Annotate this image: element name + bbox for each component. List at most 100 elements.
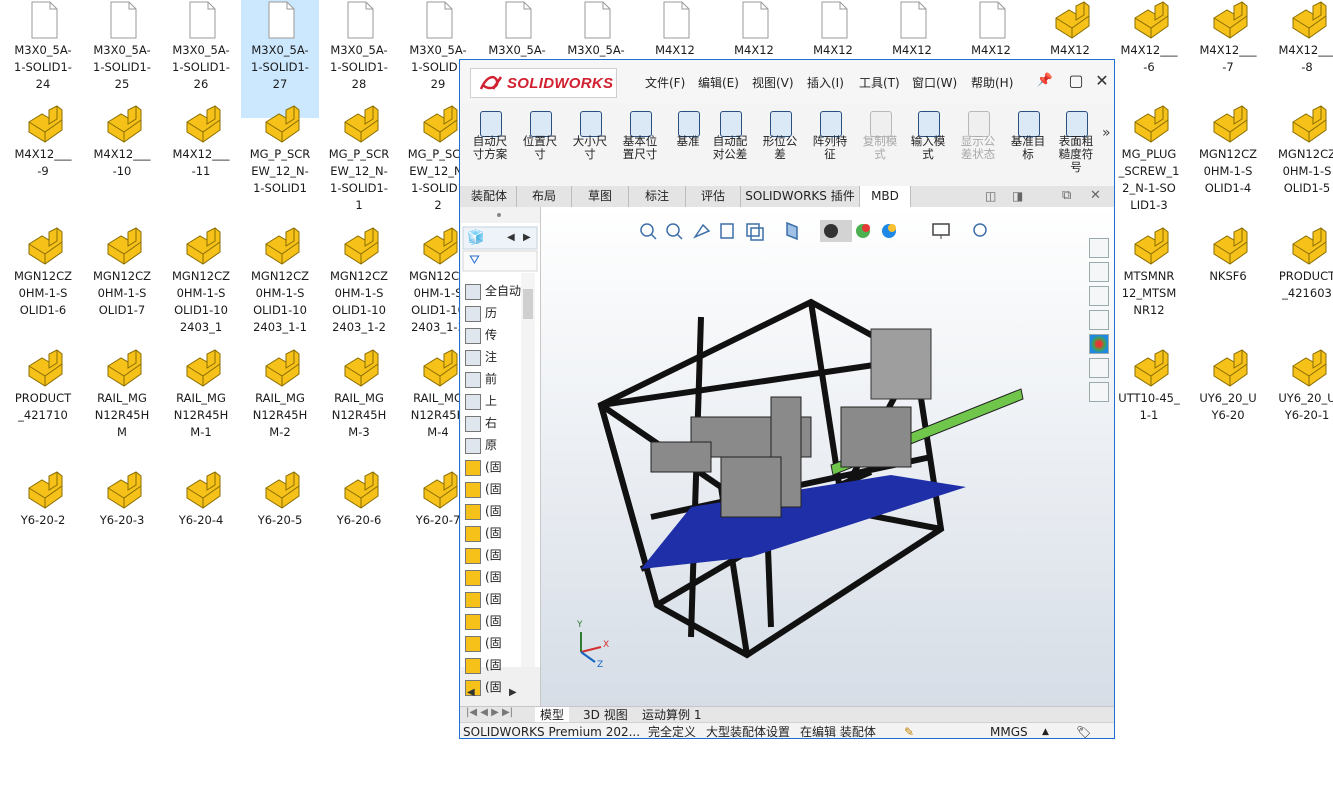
desktop-icon[interactable]: Y6-20-6: [320, 470, 398, 588]
tree-item[interactable]: (固: [465, 655, 502, 675]
assembly-model[interactable]: Y X Z: [541, 207, 1114, 707]
desktop-icon[interactable]: M3X0_5A- 1-SOLID1- 24: [4, 0, 82, 118]
tree-item[interactable]: 上: [465, 391, 497, 411]
tab-addins[interactable]: SOLIDWORKS 插件: [741, 186, 860, 207]
menu-view[interactable]: 视图(V): [752, 74, 794, 91]
more-tools-icon[interactable]: »: [1102, 125, 1111, 141]
viewport-close-icon[interactable]: ✕: [1090, 188, 1101, 203]
tree-item[interactable]: (固: [465, 611, 502, 631]
nav-arrows-icon[interactable]: |◀ ◀ ▶ ▶|: [466, 707, 513, 718]
menu-help[interactable]: 帮助(H): [971, 74, 1013, 91]
graphics-area[interactable]: Y X Z: [541, 207, 1114, 707]
menu-tools[interactable]: 工具(T): [859, 74, 900, 91]
desktop-icon[interactable]: UTT10-45_ 1-1: [1110, 348, 1188, 466]
tree-scroll-right-icon[interactable]: ▶: [523, 232, 531, 243]
filter-icon[interactable]: ⛛: [469, 253, 480, 268]
menu-window[interactable]: 窗口(W): [912, 74, 957, 91]
restore-button[interactable]: ▢: [1065, 70, 1087, 92]
desktop-icon[interactable]: MGN12CZ 0HM-1-S OLID1-5: [1268, 104, 1333, 222]
tree-hscroll-left-icon[interactable]: ◀: [467, 687, 475, 698]
tree-item[interactable]: (固: [465, 457, 502, 477]
tab-mbd[interactable]: MBD: [860, 186, 911, 207]
pin-icon[interactable]: 📌: [1034, 70, 1056, 92]
custom-properties-icon[interactable]: [1089, 358, 1109, 378]
tool-button[interactable]: 位置尺 寸: [516, 111, 564, 183]
tab-markup[interactable]: 标注: [629, 186, 686, 207]
rebuild-icon[interactable]: ✎: [904, 725, 914, 738]
tree-item[interactable]: (固: [465, 479, 502, 499]
tree-item[interactable]: 右: [465, 413, 497, 433]
tree-toggle-icon[interactable]: ◫: [985, 189, 996, 203]
desktop-icon[interactable]: M4X12___ -7: [1189, 0, 1267, 118]
desktop-icon[interactable]: M3X0_5A- 1-SOLID1- 27: [241, 0, 319, 118]
desktop-icon[interactable]: Y6-20-5: [241, 470, 319, 588]
tool-button[interactable]: 形位公 差: [756, 111, 804, 183]
desktop-icon[interactable]: M4X12___ -6: [1110, 0, 1188, 118]
appearances-icon[interactable]: [1089, 334, 1109, 354]
desktop-icon[interactable]: M4X12___ -10: [83, 104, 161, 222]
tab-model[interactable]: 模型: [535, 707, 570, 723]
desktop-icon[interactable]: NKSF6: [1189, 226, 1267, 344]
desktop-icon[interactable]: M3X0_5A- 1-SOLID1- 25: [83, 0, 161, 118]
tree-item[interactable]: (固: [465, 523, 502, 543]
assembly-icon[interactable]: 🧊: [467, 230, 484, 246]
tree-item[interactable]: (固: [465, 501, 502, 521]
units-arrow-icon[interactable]: ▲: [1042, 725, 1049, 738]
desktop-icon[interactable]: M4X12___ -9: [4, 104, 82, 222]
tab-assembly[interactable]: 装配体: [462, 186, 517, 207]
design-library-icon[interactable]: [1089, 262, 1109, 282]
tab-sketch[interactable]: 草图: [572, 186, 629, 207]
desktop-icon[interactable]: UY6_20_U Y6-20-1: [1268, 348, 1333, 466]
tree-item[interactable]: (固: [465, 567, 502, 587]
tab-evaluate[interactable]: 评估: [686, 186, 741, 207]
tool-button[interactable]: 显示公 差状态: [954, 111, 1002, 183]
forum-icon[interactable]: [1089, 382, 1109, 402]
tree-item[interactable]: 原: [465, 435, 497, 455]
desktop-icon[interactable]: MG_P_SCR EW_12_N- 1-SOLID1- 1: [320, 104, 398, 222]
tree-item[interactable]: 全自动: [465, 281, 521, 301]
tab-motion-study[interactable]: 运动算例 1: [637, 707, 706, 723]
menu-insert[interactable]: 插入(I): [807, 74, 844, 91]
tool-button[interactable]: 大小尺 寸: [566, 111, 614, 183]
tree-item[interactable]: 历: [465, 303, 497, 323]
tree-item[interactable]: (固: [465, 633, 502, 653]
viewport-restore-icon[interactable]: ⧉: [1062, 188, 1071, 203]
desktop-icon[interactable]: M4X12___ -11: [162, 104, 240, 222]
tab-layout[interactable]: 布局: [517, 186, 572, 207]
tool-button[interactable]: 基本位 置尺寸: [616, 111, 664, 183]
tree-item[interactable]: (固: [465, 545, 502, 565]
desktop-icon[interactable]: RAIL_MG N12R45H M: [83, 348, 161, 466]
desktop-icon[interactable]: MTSMNR 12_MTSM NR12: [1110, 226, 1188, 344]
tree-item[interactable]: 注: [465, 347, 497, 367]
tool-button[interactable]: 复制模 式: [856, 111, 904, 183]
status-units[interactable]: MMGS: [990, 725, 1028, 738]
desktop-icon[interactable]: PRODUCT _421710: [4, 348, 82, 466]
desktop-icon[interactable]: MGN12CZ 0HM-1-S OLID1-10 2403_1-2: [320, 226, 398, 344]
desktop-icon[interactable]: RAIL_MG N12R45H M-2: [241, 348, 319, 466]
desktop-icon[interactable]: RAIL_MG N12R45H M-1: [162, 348, 240, 466]
tree-item[interactable]: (固: [465, 589, 502, 609]
desktop-icon[interactable]: MG_PLUG _SCREW_1 2_N-1-SO LID1-3: [1110, 104, 1188, 222]
home-icon[interactable]: [1089, 238, 1109, 258]
tool-button[interactable]: 自动尺 寸方案: [466, 111, 514, 183]
solidworks-logo[interactable]: SOLIDWORKS: [470, 68, 617, 98]
desktop-icon[interactable]: Y6-20-2: [4, 470, 82, 588]
tool-button[interactable]: 输入模 式: [904, 111, 952, 183]
tool-button[interactable]: 阵列特 征: [806, 111, 854, 183]
desktop-icon[interactable]: Y6-20-4: [162, 470, 240, 588]
desktop-icon[interactable]: PRODUCT _421603: [1268, 226, 1333, 344]
desktop-icon[interactable]: RAIL_MG N12R45H M-3: [320, 348, 398, 466]
tree-item[interactable]: 前: [465, 369, 497, 389]
tag-icon[interactable]: 🏷: [1076, 725, 1091, 738]
view-palette-icon[interactable]: [1089, 310, 1109, 330]
desktop-icon[interactable]: M4X12___ -8: [1268, 0, 1333, 118]
menu-edit[interactable]: 编辑(E): [698, 74, 739, 91]
solidworks-window[interactable]: SOLIDWORKS 文件(F) 编辑(E) 视图(V) 插入(I) 工具(T)…: [459, 59, 1115, 739]
close-button[interactable]: ✕: [1091, 70, 1113, 92]
desktop-icon[interactable]: MG_P_SCR EW_12_N- 1-SOLID1: [241, 104, 319, 222]
desktop-icon[interactable]: MGN12CZ 0HM-1-S OLID1-6: [4, 226, 82, 344]
tree-item[interactable]: 传: [465, 325, 497, 345]
desktop-icon[interactable]: MGN12CZ 0HM-1-S OLID1-10 2403_1: [162, 226, 240, 344]
desktop-icon[interactable]: M3X0_5A- 1-SOLID1- 26: [162, 0, 240, 118]
desktop-icon[interactable]: UY6_20_U Y6-20: [1189, 348, 1267, 466]
